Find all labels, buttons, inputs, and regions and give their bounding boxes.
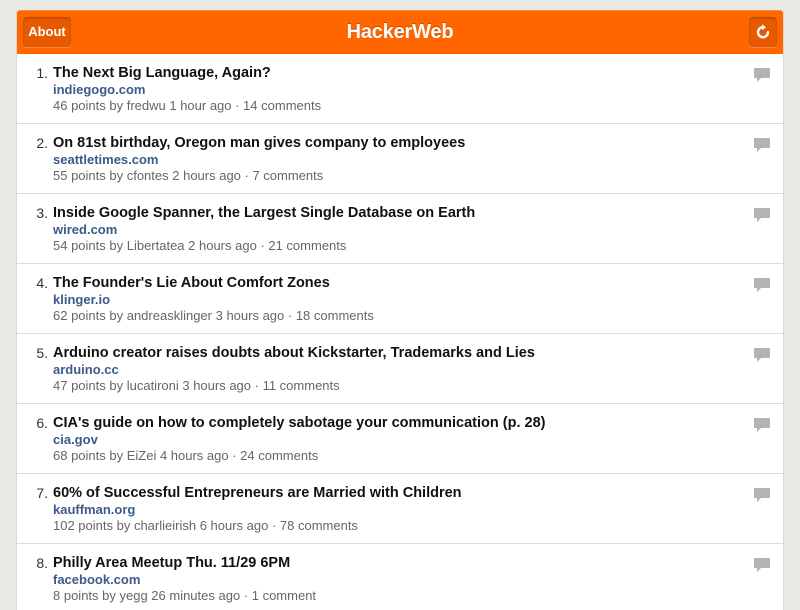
comments-icon[interactable] [753,277,771,293]
story-list: 1. The Next Big Language, Again? indiego… [17,54,783,610]
story-title[interactable]: Philly Area Meetup Thu. 11/29 6PM [53,555,743,572]
story-title[interactable]: The Founder's Lie About Comfort Zones [53,275,743,292]
story-item-2[interactable]: 2. On 81st birthday, Oregon man gives co… [17,124,783,194]
story-item-7[interactable]: 7. 60% of Successful Entrepreneurs are M… [17,474,783,544]
header-bar: About HackerWeb [17,10,783,54]
app-title: HackerWeb [346,21,454,43]
story-content: Philly Area Meetup Thu. 11/29 6PM facebo… [53,555,743,604]
comments-icon[interactable] [753,67,771,83]
story-item-6[interactable]: 6. CIA's guide on how to completely sabo… [17,404,783,474]
story-meta: 102 points by charlieirish 6 hours ago ·… [53,518,358,533]
story-meta: 46 points by fredwu 1 hour ago · 14 comm… [53,98,322,113]
comments-icon[interactable] [753,557,771,573]
story-title[interactable]: On 81st birthday, Oregon man gives compa… [53,135,743,152]
story-item-8[interactable]: 8. Philly Area Meetup Thu. 11/29 6PM fac… [17,544,783,610]
comments-icon[interactable] [753,207,771,223]
story-domain[interactable]: arduino.cc [53,362,743,378]
story-meta: 55 points by cfontes 2 hours ago · 7 com… [53,168,324,183]
story-rank: 7. [36,485,48,501]
story-domain[interactable]: indiegogo.com [53,82,743,98]
story-content: CIA's guide on how to completely sabotag… [53,415,743,464]
app-window: About HackerWeb 1. The Next Big Language… [16,10,784,610]
story-meta: 68 points by EiZei 4 hours ago · 24 comm… [53,448,319,463]
story-rank: 5. [36,345,48,361]
story-domain[interactable]: klinger.io [53,292,743,308]
story-meta: 47 points by lucatironi 3 hours ago · 11… [53,378,340,393]
story-item-1[interactable]: 1. The Next Big Language, Again? indiego… [17,54,783,124]
story-rank: 6. [36,415,48,431]
story-rank: 2. [36,135,48,151]
story-content: On 81st birthday, Oregon man gives compa… [53,135,743,184]
comments-icon[interactable] [753,347,771,363]
story-meta: 62 points by andreasklinger 3 hours ago … [53,308,374,323]
story-content: The Founder's Lie About Comfort Zones kl… [53,275,743,324]
story-title[interactable]: CIA's guide on how to completely sabotag… [53,415,743,432]
refresh-icon [756,24,770,39]
story-rank: 8. [36,555,48,571]
story-title[interactable]: Arduino creator raises doubts about Kick… [53,345,743,362]
refresh-button[interactable] [749,17,777,47]
story-domain[interactable]: wired.com [53,222,743,238]
comments-icon[interactable] [753,137,771,153]
story-rank: 4. [36,275,48,291]
story-domain[interactable]: cia.gov [53,432,743,448]
story-title[interactable]: 60% of Successful Entrepreneurs are Marr… [53,485,743,502]
story-content: The Next Big Language, Again? indiegogo.… [53,65,743,114]
story-content: Inside Google Spanner, the Largest Singl… [53,205,743,254]
comments-icon[interactable] [753,417,771,433]
story-item-5[interactable]: 5. Arduino creator raises doubts about K… [17,334,783,404]
story-content: Arduino creator raises doubts about Kick… [53,345,743,394]
story-rank: 1. [36,65,48,81]
story-rank: 3. [36,205,48,221]
story-domain[interactable]: kauffman.org [53,502,743,518]
story-meta: 54 points by Libertatea 2 hours ago · 21… [53,238,347,253]
comments-icon[interactable] [753,487,771,503]
story-item-4[interactable]: 4. The Founder's Lie About Comfort Zones… [17,264,783,334]
story-item-3[interactable]: 3. Inside Google Spanner, the Largest Si… [17,194,783,264]
story-content: 60% of Successful Entrepreneurs are Marr… [53,485,743,534]
story-title[interactable]: Inside Google Spanner, the Largest Singl… [53,205,743,222]
story-domain[interactable]: facebook.com [53,572,743,588]
story-title[interactable]: The Next Big Language, Again? [53,65,743,82]
story-domain[interactable]: seattletimes.com [53,152,743,168]
story-meta: 8 points by yegg 26 minutes ago · 1 comm… [53,588,317,603]
